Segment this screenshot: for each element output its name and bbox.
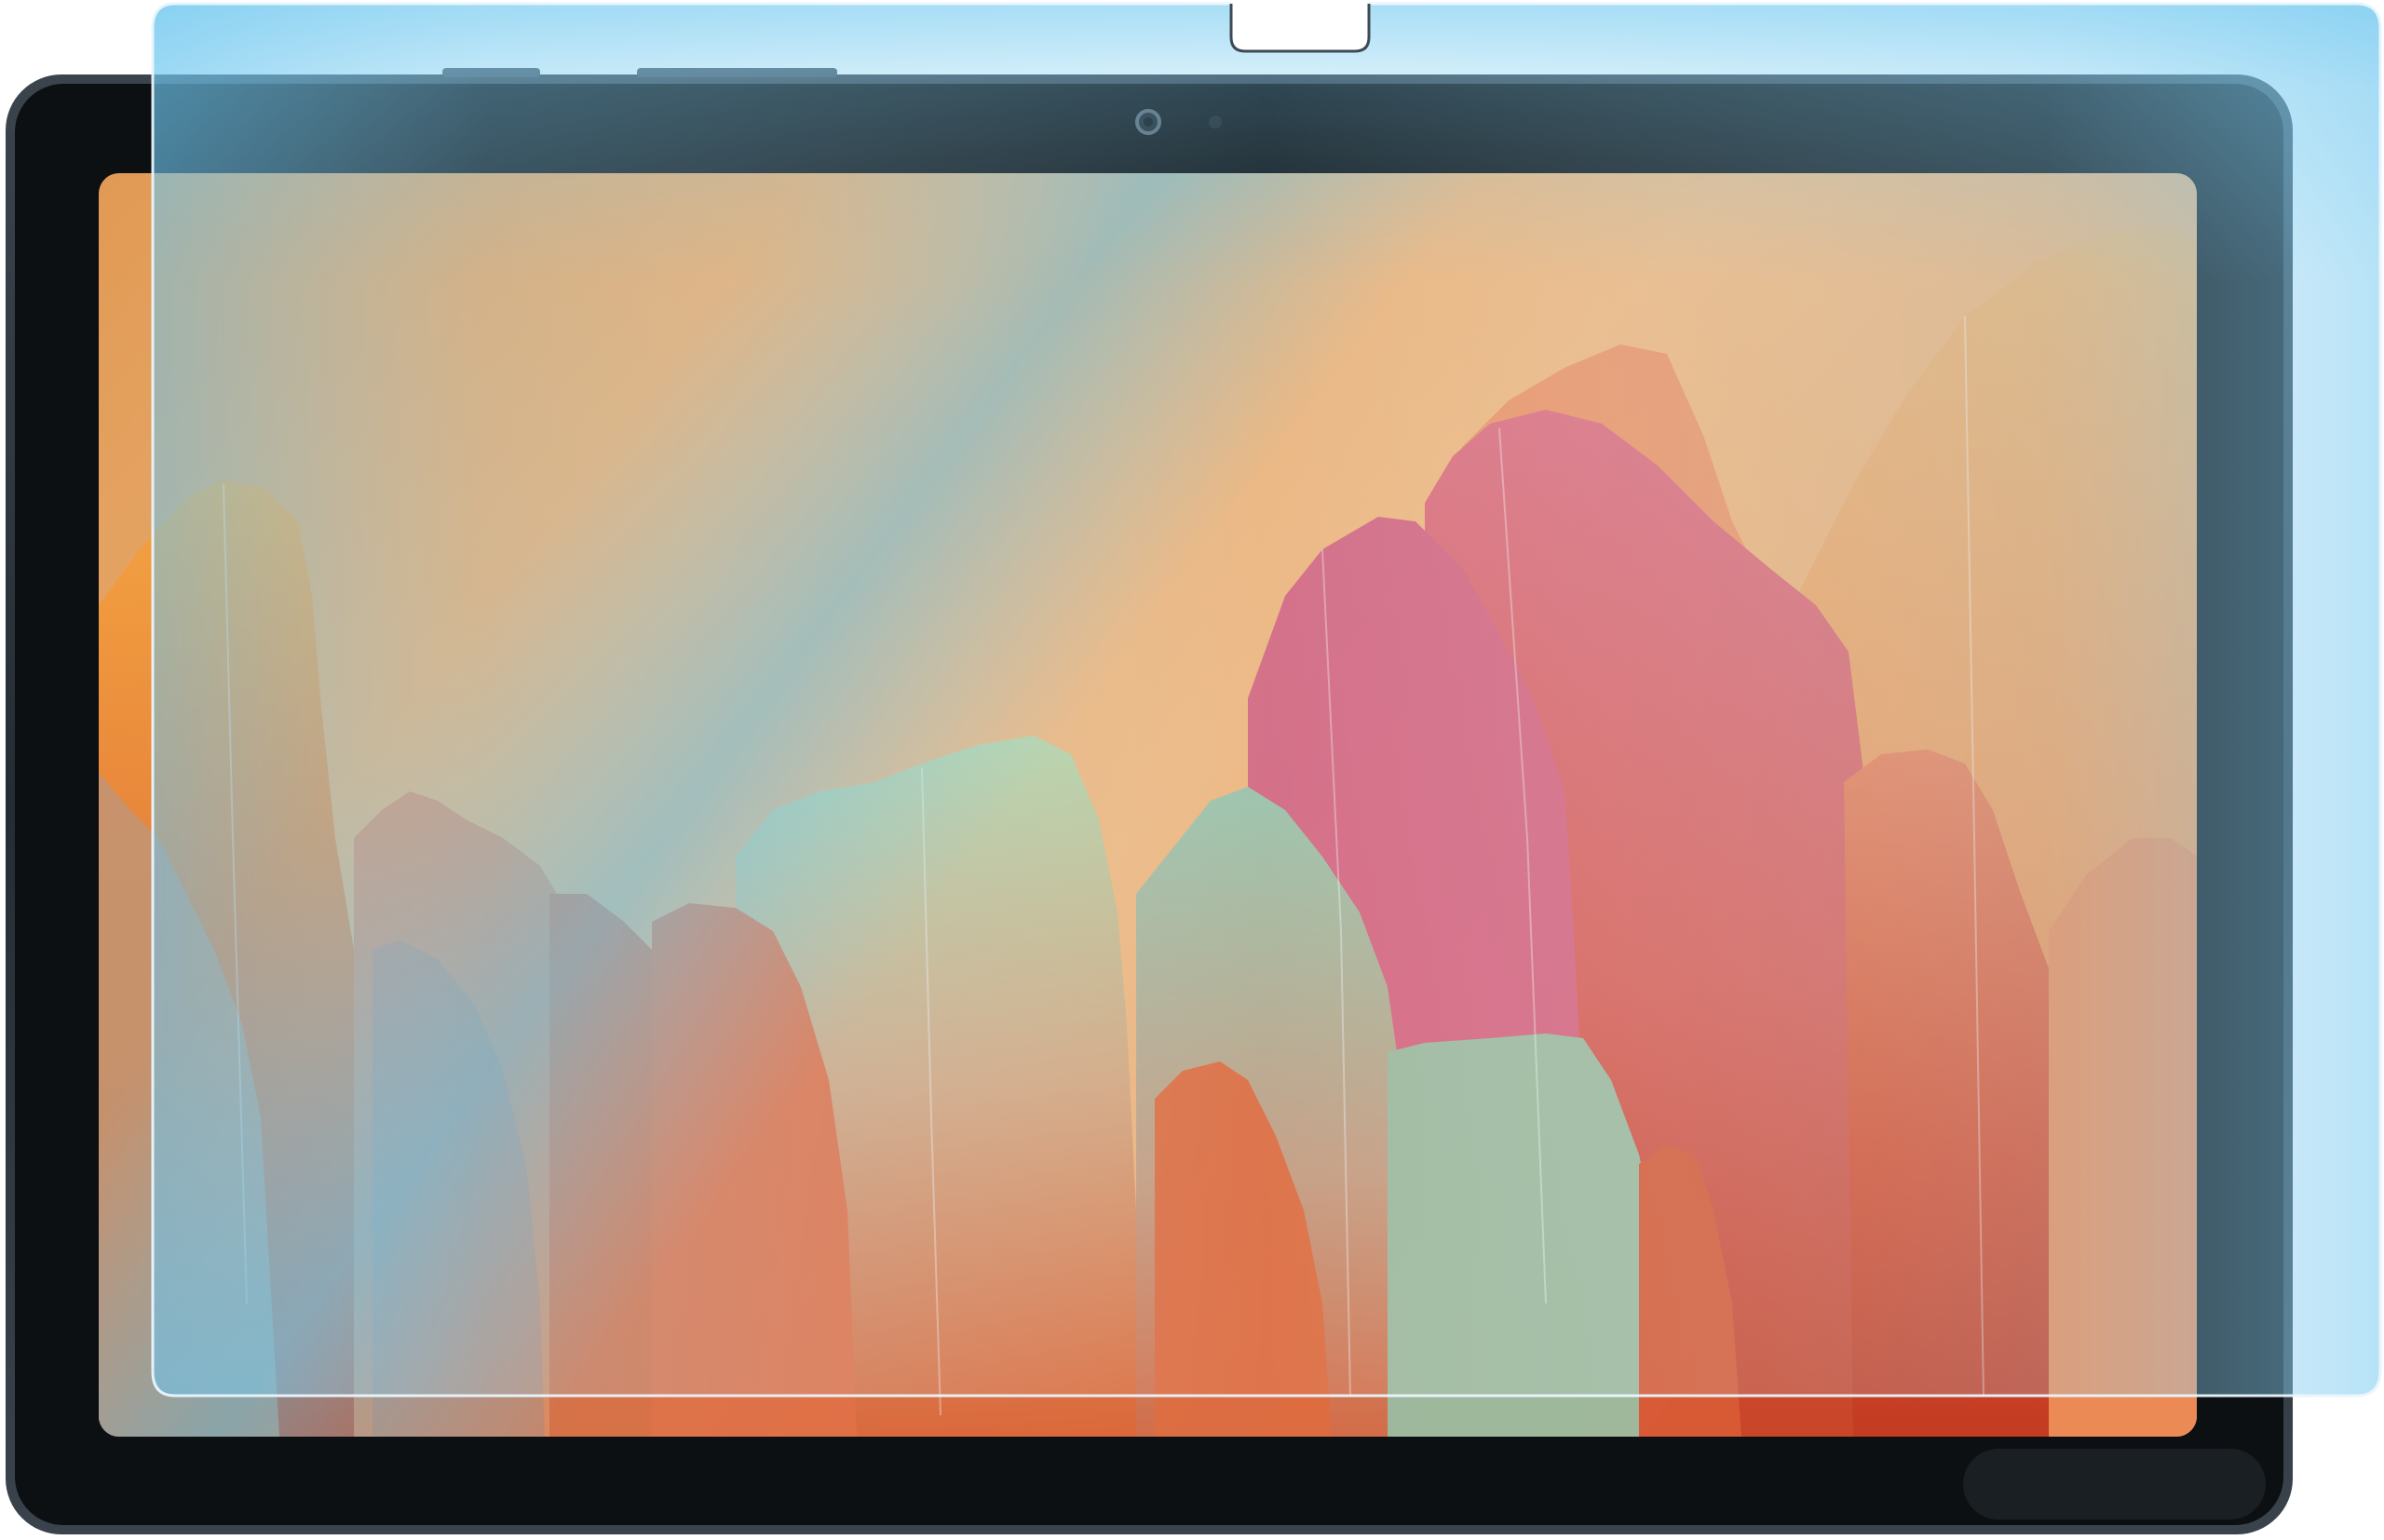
tablet-illustration bbox=[6, 2, 2382, 1534]
screen-protector bbox=[151, 2, 2382, 1398]
bottom-bezel-label bbox=[1963, 1449, 2266, 1520]
camera-notch-outline bbox=[1229, 4, 1371, 53]
product-image bbox=[0, 0, 2384, 1540]
